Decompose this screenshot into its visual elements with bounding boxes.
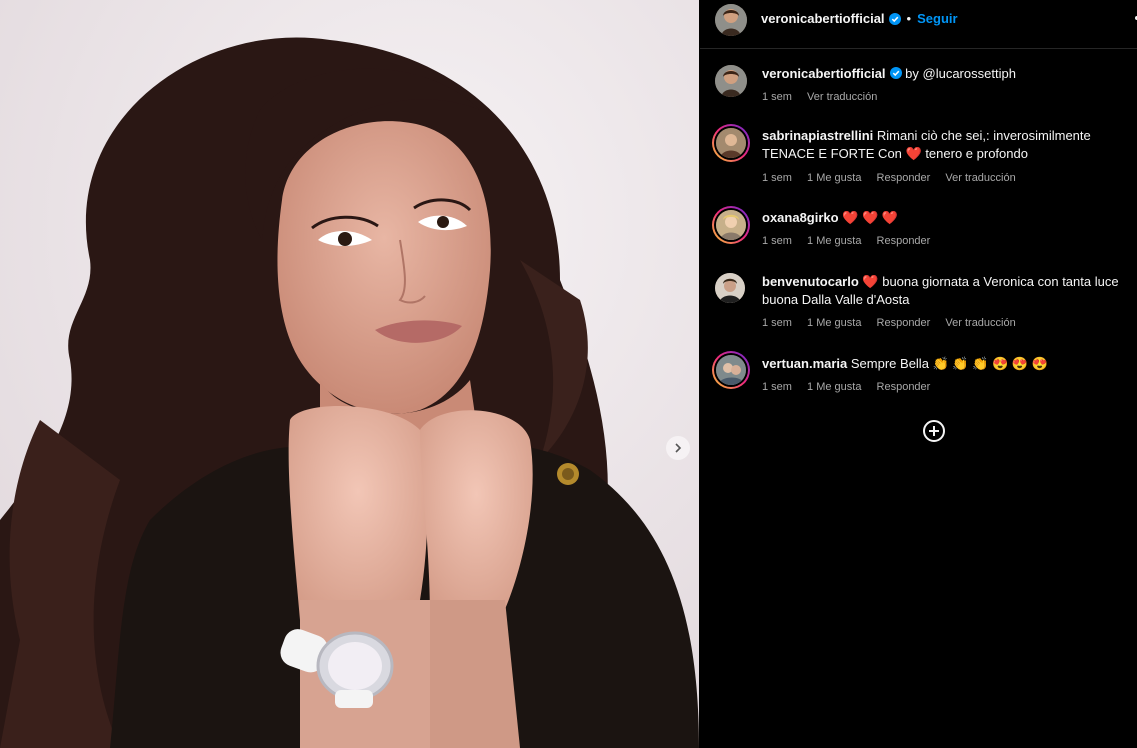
hearts-emoji: ❤️ ❤️ ❤️: [842, 210, 899, 225]
translate-button[interactable]: Ver traducción: [945, 317, 1015, 329]
comment-username[interactable]: benvenutocarlo: [762, 274, 859, 289]
story-ring[interactable]: [712, 124, 750, 162]
comment-item: vertuan.maria Sempre Bella 👏 👏 👏 😍 😍 😍: [762, 355, 1132, 373]
comment-username[interactable]: vertuan.maria: [762, 356, 847, 371]
comments-panel: veronicabertiofficial • Seguir veronicab…: [700, 0, 1137, 748]
heart-emoji: ❤️: [862, 274, 879, 289]
reply-button[interactable]: Responder: [877, 317, 931, 329]
author-username[interactable]: veronicabertiofficial: [761, 11, 885, 26]
chevron-right-icon: [675, 443, 682, 453]
follow-button[interactable]: Seguir: [917, 11, 957, 26]
caption: veronicabertiofficial by @lucarossettiph: [762, 65, 1132, 83]
comment-text: Sempre Bella: [850, 356, 929, 371]
comment-time[interactable]: 1 sem: [762, 381, 792, 393]
caption-username[interactable]: veronicabertiofficial: [762, 66, 886, 81]
story-ring[interactable]: [712, 351, 750, 389]
caption-author-avatar[interactable]: [715, 65, 747, 97]
translate-button[interactable]: Ver traducción: [945, 172, 1015, 184]
caption-translate-button[interactable]: Ver traducción: [807, 91, 877, 103]
comment-likes[interactable]: 1 Me gusta: [807, 317, 861, 329]
post-image: [0, 0, 699, 748]
separator-dot: •: [906, 11, 912, 26]
next-image-button[interactable]: [666, 436, 690, 460]
comment-meta: 1 sem 1 Me gusta Responder Ver traducció…: [762, 172, 1028, 184]
comment-likes[interactable]: 1 Me gusta: [807, 172, 861, 184]
story-ring[interactable]: [712, 206, 750, 244]
verified-badge-icon: [888, 12, 901, 25]
comment-likes[interactable]: 1 Me gusta: [807, 235, 861, 247]
reply-button[interactable]: Responder: [877, 172, 931, 184]
plus-circle-icon[interactable]: [922, 419, 946, 443]
comment-meta: 1 sem 1 Me gusta Responder Ver traducció…: [762, 317, 1028, 329]
commenter-avatar: [716, 128, 746, 158]
caption-time[interactable]: 1 sem: [762, 91, 792, 103]
comment-item: sabrinapiastrellini Rimani ciò che sei,:…: [762, 127, 1132, 163]
comment-text-end: tenero e profondo: [921, 146, 1028, 161]
commenter-avatar: [716, 210, 746, 240]
comment-time[interactable]: 1 sem: [762, 172, 792, 184]
comment-meta: 1 sem 1 Me gusta Responder: [762, 381, 942, 393]
reply-button[interactable]: Responder: [877, 235, 931, 247]
post-header: veronicabertiofficial • Seguir: [700, 0, 1137, 49]
clap-heart-eyes-emoji: 👏 👏 👏 😍 😍 😍: [932, 356, 1048, 371]
comment-item: benvenutocarlo ❤️ buona giornata a Veron…: [762, 273, 1132, 309]
author-avatar[interactable]: [715, 4, 747, 36]
commenter-avatar: [716, 355, 746, 385]
comment-username[interactable]: sabrinapiastrellini: [762, 128, 873, 143]
more-options-icon[interactable]: [1131, 12, 1137, 36]
comment-username[interactable]: oxana8girko: [762, 210, 839, 225]
caption-meta: 1 sem Ver traducción: [762, 91, 889, 103]
verified-badge-icon: [889, 67, 902, 79]
comment-likes[interactable]: 1 Me gusta: [807, 381, 861, 393]
comment-time[interactable]: 1 sem: [762, 317, 792, 329]
heart-emoji: ❤️: [905, 146, 922, 161]
comment-meta: 1 sem 1 Me gusta Responder: [762, 235, 942, 247]
comment-item: oxana8girko ❤️ ❤️ ❤️: [762, 209, 1132, 227]
caption-text: by @lucarossettiph: [905, 66, 1016, 81]
comment-time[interactable]: 1 sem: [762, 235, 792, 247]
reply-button[interactable]: Responder: [877, 381, 931, 393]
commenter-avatar[interactable]: [715, 273, 745, 303]
